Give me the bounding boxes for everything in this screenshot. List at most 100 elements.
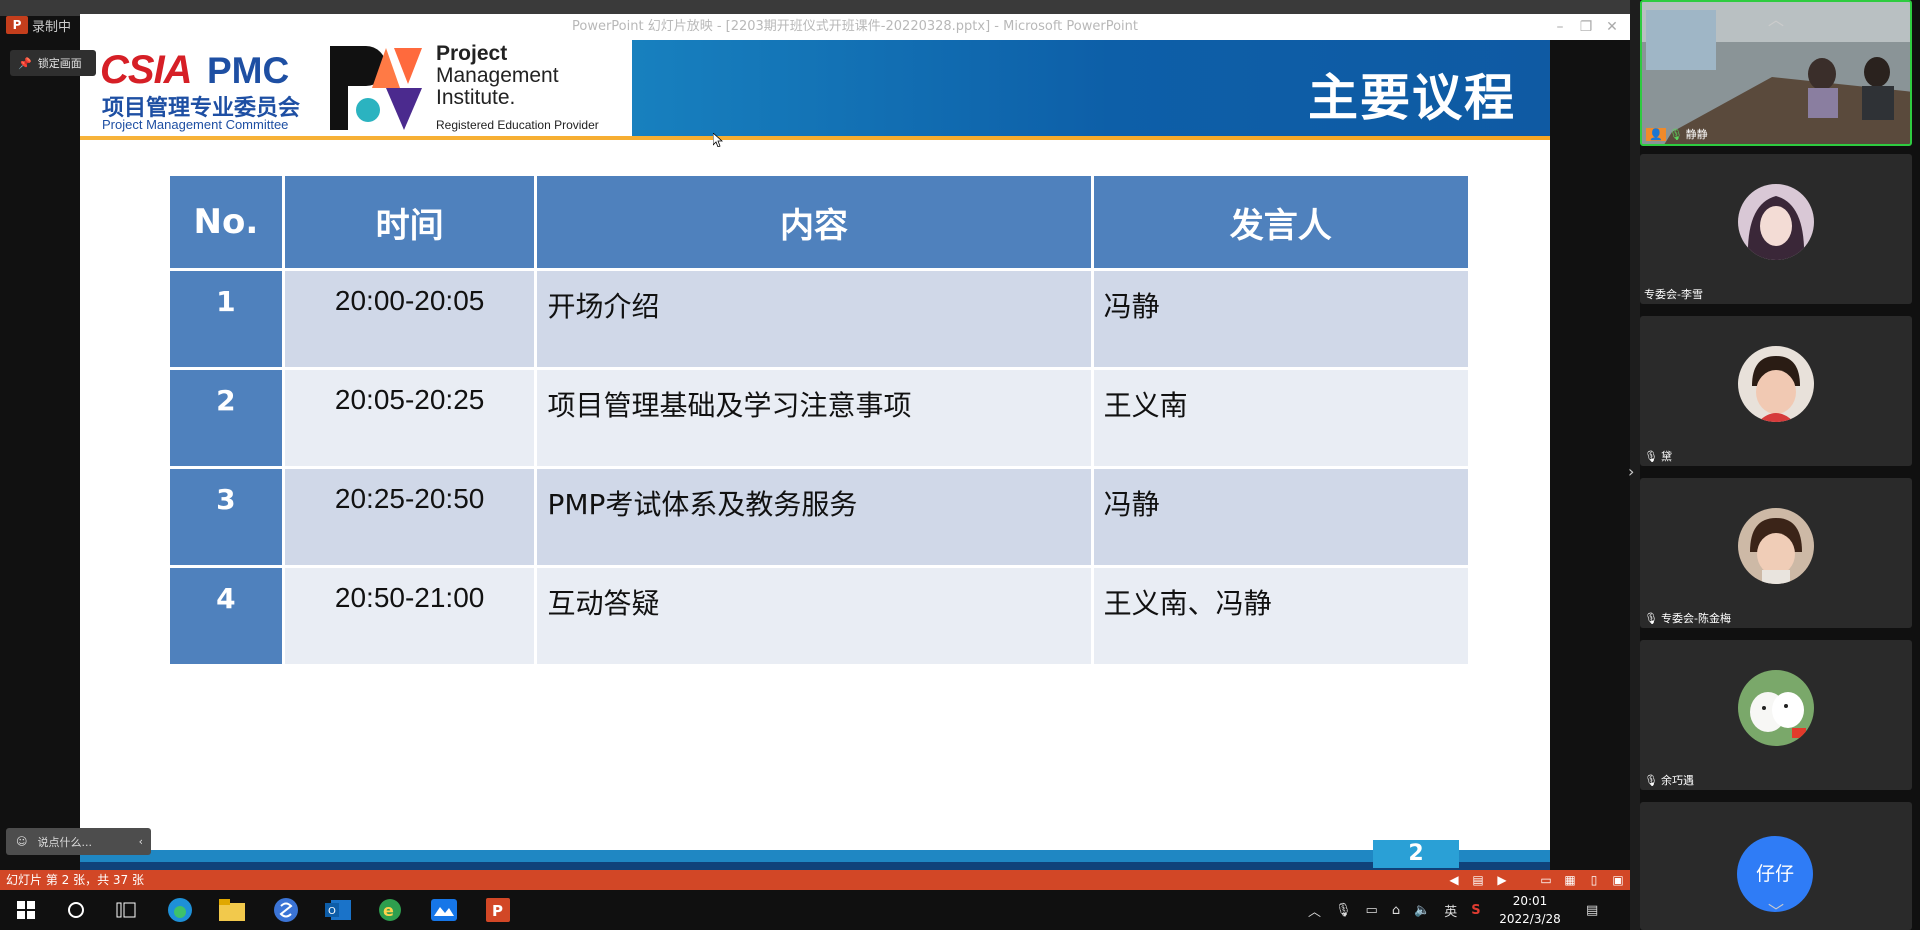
battery-icon[interactable]: ▭	[1366, 903, 1378, 918]
restore-icon[interactable]: ❐	[1573, 14, 1599, 40]
row-time: 20:05-20:25	[284, 370, 535, 466]
row-content: 项目管理基础及学习注意事项	[537, 370, 1091, 466]
status-bar: 幻灯片 第 2 张，共 37 张 ◀ ▤ ▶ ▭ ▦ ▯ ▣	[0, 870, 1630, 890]
participant-name-tag: 专委会-李雪	[1644, 286, 1703, 302]
table-row: 2 20:05-20:25 项目管理基础及学习注意事项 王义南	[170, 370, 1468, 469]
next-slide-icon[interactable]: ▶	[1490, 870, 1514, 890]
table-row: 3 20:25-20:50 PMP考试体系及教务服务 冯静	[170, 469, 1468, 568]
system-tray: ︿ 🎙 ▭ ⌂ 🔈 英 S	[1308, 890, 1481, 930]
notification-icon[interactable]: ▤	[1586, 890, 1598, 930]
chat-input[interactable]: ☺ 说点什么... ‹	[6, 828, 151, 855]
chevron-down-icon[interactable]: ﹀	[1768, 898, 1784, 922]
pmi-text-1: Project	[436, 42, 508, 65]
avatar	[1738, 670, 1814, 746]
row-time: 20:25-20:50	[284, 469, 535, 565]
avatar	[1738, 184, 1814, 260]
minimize-icon[interactable]: –	[1547, 14, 1573, 40]
network-icon[interactable]: ⌂	[1392, 903, 1400, 918]
menu-icon[interactable]: ▤	[1466, 870, 1490, 890]
slide-count-text: 幻灯片 第 2 张，共 37 张	[6, 873, 144, 887]
powerpoint-taskbar-icon[interactable]: P	[478, 894, 518, 926]
row-time: 20:00-20:05	[284, 271, 535, 367]
sogou-ime-icon[interactable]: S	[1471, 903, 1480, 918]
host-icon: 👤	[1646, 127, 1666, 141]
chevron-right-icon[interactable]: ›	[1628, 462, 1634, 481]
file-explorer-icon[interactable]	[212, 894, 252, 926]
row-content: 开场介绍	[537, 271, 1091, 367]
reading-view-icon[interactable]: ▯	[1582, 870, 1606, 890]
window-title: PowerPoint 幻灯片放映 - [2203期开班仪式开班课件-202203…	[80, 14, 1630, 40]
sorter-view-icon[interactable]: ▦	[1558, 870, 1582, 890]
header-no: No.	[170, 176, 282, 268]
mic-muted-icon: 🎙	[1644, 449, 1658, 463]
screen: PowerPoint 幻灯片放映 - [2203期开班仪式开班课件-202203…	[0, 0, 1920, 930]
panel-divider[interactable]: ›	[1628, 0, 1640, 930]
csia-logo: CSIA	[100, 48, 193, 92]
pin-icon: 📌	[18, 56, 32, 70]
ime-indicator[interactable]: 英	[1444, 901, 1457, 920]
mic-muted-icon: 🎙	[1644, 773, 1658, 787]
row-no: 1	[170, 271, 282, 367]
slide-title: 主要议程	[1308, 69, 1516, 127]
svg-text:e: e	[383, 901, 394, 920]
task-view-icon[interactable]	[106, 894, 146, 926]
row-no: 2	[170, 370, 282, 466]
prev-slide-icon[interactable]: ◀	[1442, 870, 1466, 890]
row-content: PMP考试体系及教务服务	[537, 469, 1091, 565]
participant-tile[interactable]: 🎙 余巧遇	[1640, 640, 1912, 790]
mic-on-icon: 🎙	[1668, 127, 1683, 141]
slideshow-view-icon[interactable]: ▣	[1606, 870, 1630, 890]
chevron-up-icon[interactable]: ︿	[1308, 901, 1321, 920]
participant-tile[interactable]: 🎙 黛	[1640, 316, 1912, 466]
slide-footer-bar-dark	[80, 862, 1550, 870]
ie-browser-icon[interactable]: e	[370, 894, 410, 926]
lock-screen-button[interactable]: 📌 锁定画面	[10, 50, 96, 76]
taskbar: O e P ︿ 🎙 ▭ ⌂ 🔈 英 S 20:01 2022/3/28 ▤	[0, 890, 1630, 930]
participant-name-tag: 🎙 黛	[1644, 448, 1672, 464]
participant-name-tag: 🎙 专委会-陈金梅	[1644, 610, 1731, 626]
search-circle-icon[interactable]	[56, 894, 96, 926]
clock-time: 20:01	[1512, 894, 1548, 908]
normal-view-icon[interactable]: ▭	[1534, 870, 1558, 890]
table-header-row: No. 时间 内容 发言人	[170, 176, 1468, 271]
participant-name: 静静	[1685, 128, 1708, 141]
chevron-up-icon[interactable]: ︿	[1768, 6, 1784, 30]
header-speaker: 发言人	[1093, 176, 1468, 268]
participant-tile[interactable]: 专委会-李雪	[1640, 154, 1912, 304]
avatar	[1738, 346, 1814, 422]
header-time: 时间	[284, 176, 535, 268]
header-accent-line	[80, 136, 1550, 140]
table-row: 1 20:00-20:05 开场介绍 冯静	[170, 271, 1468, 370]
committee-name-en: Project Management Committee	[102, 117, 289, 132]
status-icons: ◀ ▤ ▶ ▭ ▦ ▯ ▣	[1442, 870, 1630, 890]
outlook-icon[interactable]: O	[318, 894, 358, 926]
pmi-logo-icon	[330, 46, 422, 130]
mouse-cursor-icon	[713, 133, 723, 147]
pmi-text-2: Management	[436, 64, 559, 87]
participant-name-tag: 👤 🎙 静静	[1646, 126, 1708, 142]
row-speaker: 冯静	[1093, 469, 1468, 565]
logo-area: CSIA PMC 项目管理专业委员会 Project Management Co…	[80, 40, 632, 136]
powerpoint-icon: P	[6, 16, 28, 34]
volume-icon[interactable]: 🔈	[1414, 903, 1430, 918]
emoji-icon[interactable]: ☺	[16, 835, 27, 848]
close-icon[interactable]: ✕	[1599, 14, 1625, 40]
participant-tile-video[interactable]: 👤 🎙 静静 ︿	[1640, 0, 1912, 146]
mic-muted-icon: 🎙	[1644, 611, 1658, 625]
participant-name: 黛	[1660, 450, 1672, 463]
app-s-icon[interactable]	[266, 894, 306, 926]
header-content: 内容	[537, 176, 1091, 268]
chevron-left-icon[interactable]: ‹	[139, 835, 143, 848]
meeting-app-icon[interactable]	[424, 894, 464, 926]
recording-label: 录制中	[32, 19, 72, 35]
table-row: 4 20:50-21:00 互动答疑 王义南、冯静	[170, 568, 1468, 667]
clock-date: 2022/3/28	[1499, 912, 1561, 926]
row-no: 3	[170, 469, 282, 565]
microphone-icon[interactable]: 🎙	[1335, 903, 1352, 918]
edge-browser-icon[interactable]	[160, 894, 200, 926]
taskbar-clock[interactable]: 20:01 2022/3/28	[1490, 892, 1570, 928]
pmc-logo: PMC	[207, 50, 290, 91]
windows-start-icon[interactable]	[6, 894, 46, 926]
participant-tile[interactable]: 🎙 专委会-陈金梅	[1640, 478, 1912, 628]
pmi-text-4: Registered Education Provider	[436, 118, 599, 132]
